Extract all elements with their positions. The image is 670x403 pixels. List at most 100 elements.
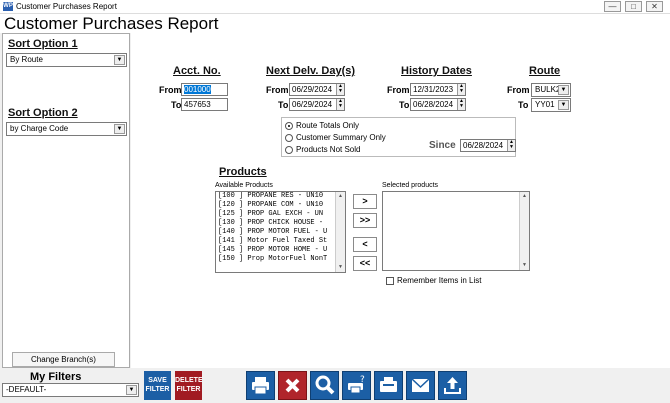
- option-label: Customer Summary Only: [296, 133, 386, 142]
- save-filter-button[interactable]: SAVE FILTER: [144, 371, 171, 400]
- sort-option-2-label: Sort Option 2: [8, 107, 78, 119]
- acct-to-input[interactable]: 457653: [181, 98, 228, 111]
- list-item[interactable]: [141 ] Motor Fuel Taxed St: [216, 237, 345, 246]
- delete-filter-button[interactable]: DELETE FILTER: [175, 371, 203, 400]
- print-setup-icon: ?: [348, 375, 365, 394]
- available-products-label: Available Products: [215, 182, 273, 189]
- list-item[interactable]: [150 ] Prop MotorFuel NonT: [216, 255, 345, 264]
- svg-text:?: ?: [360, 375, 365, 385]
- spin-arrows-icon[interactable]: ▲ ▼: [336, 99, 344, 110]
- chevron-down-icon[interactable]: ▼: [126, 385, 137, 395]
- page-title: Customer Purchases Report: [4, 14, 219, 33]
- scroll-up-icon[interactable]: ▲: [520, 192, 529, 201]
- export-button[interactable]: [438, 371, 467, 400]
- list-item[interactable]: [125 ] PROP GAL EXCH - UN: [216, 210, 345, 219]
- window-title: Customer Purchases Report: [16, 2, 117, 11]
- delivery-from-label: From: [266, 85, 289, 95]
- selected-products-list[interactable]: ▲ ▼: [382, 191, 530, 271]
- acct-to-label: To: [171, 100, 182, 110]
- history-from-input[interactable]: 12/31/2023 ▲ ▼: [410, 83, 466, 96]
- option-route-totals[interactable]: Route Totals Only: [285, 121, 359, 130]
- sort-option-2-select[interactable]: by Charge Code ▼: [6, 122, 127, 136]
- route-to-label: To: [518, 100, 529, 110]
- option-products-not-sold[interactable]: Products Not Sold: [285, 145, 360, 154]
- email-button[interactable]: [406, 371, 435, 400]
- route-to-select[interactable]: YY01 ▼: [531, 98, 571, 112]
- fax-button[interactable]: [374, 371, 403, 400]
- spin-arrows-icon[interactable]: ▲ ▼: [507, 140, 515, 151]
- delivery-to-label: To: [278, 100, 289, 110]
- preview-icon: [315, 375, 335, 395]
- remove-selected-button[interactable]: <: [353, 237, 377, 252]
- my-filters-select[interactable]: -DEFAULT- ▼: [2, 383, 139, 397]
- sort-option-1-select[interactable]: By Route ▼: [6, 53, 127, 67]
- history-to-input[interactable]: 06/28/2024 ▲ ▼: [410, 98, 466, 111]
- remove-all-button[interactable]: <<: [353, 256, 377, 271]
- spin-arrows-icon[interactable]: ▲ ▼: [336, 84, 344, 95]
- maximize-button[interactable]: □: [625, 1, 642, 12]
- route-from-value: BULK2: [535, 85, 561, 94]
- print-icon: [252, 377, 269, 395]
- spin-arrows-icon[interactable]: ▲ ▼: [457, 99, 465, 110]
- bottom-toolbar: My Filters -DEFAULT- ▼ SAVE FILTER DELET…: [0, 368, 670, 403]
- report-options-group: Route Totals Only Customer Summary Only …: [281, 117, 516, 157]
- export-icon: [444, 377, 461, 394]
- change-branch-button[interactable]: Change Branch(s): [12, 352, 115, 367]
- option-label: Route Totals Only: [296, 121, 359, 130]
- list-item[interactable]: [140 ] PROP MOTOR FUEL - U: [216, 228, 345, 237]
- vertical-scrollbar[interactable]: ▲ ▼: [335, 192, 345, 272]
- delivery-from-value: 06/29/2024: [292, 85, 333, 94]
- since-date-input[interactable]: 06/28/2024 ▲ ▼: [460, 139, 516, 152]
- remember-items-label: Remember Items in List: [397, 276, 482, 285]
- radio-icon[interactable]: [285, 145, 293, 154]
- delivery-to-value: 06/29/2024: [292, 100, 333, 109]
- chevron-down-icon[interactable]: ▼: [558, 85, 569, 95]
- option-label: Products Not Sold: [296, 145, 361, 154]
- next-delivery-label: Next Delv. Day(s): [266, 65, 356, 77]
- available-products-list[interactable]: [100 ] PROPANE RES - UN10 [120 ] PROPANE…: [215, 191, 346, 273]
- scroll-down-icon[interactable]: ▼: [336, 263, 345, 272]
- print-button[interactable]: [246, 371, 275, 400]
- fax-icon: [380, 377, 397, 392]
- checkbox-icon[interactable]: [386, 276, 394, 285]
- cancel-icon: [285, 378, 300, 393]
- since-date-value: 06/28/2024: [463, 141, 504, 150]
- chevron-down-icon[interactable]: ▼: [558, 100, 569, 110]
- close-button[interactable]: ✕: [646, 1, 663, 12]
- chevron-down-icon[interactable]: ▼: [114, 124, 125, 134]
- chevron-down-icon[interactable]: ▼: [114, 55, 125, 65]
- scroll-up-icon[interactable]: ▲: [336, 192, 345, 201]
- my-filters-label: My Filters: [30, 371, 82, 383]
- delivery-to-input[interactable]: 06/29/2024 ▲ ▼: [289, 98, 345, 111]
- since-label: Since: [429, 140, 456, 151]
- list-item[interactable]: [100 ] PROPANE RES - UN10: [216, 192, 345, 201]
- report-options-panel: Acct. No. From 001000 To 457653 Next Del…: [131, 33, 670, 368]
- vertical-scrollbar[interactable]: ▲ ▼: [519, 192, 529, 270]
- history-to-label: To: [399, 100, 410, 110]
- print-setup-button[interactable]: ?: [342, 371, 371, 400]
- route-from-select[interactable]: BULK2 ▼: [531, 83, 571, 97]
- sort-option-1-value: By Route: [10, 55, 43, 64]
- acct-from-value: 001000: [184, 85, 211, 94]
- remember-items-checkbox[interactable]: Remember Items in List: [386, 276, 481, 285]
- spin-arrows-icon[interactable]: ▲ ▼: [457, 84, 465, 95]
- preview-button[interactable]: [310, 371, 339, 400]
- minimize-button[interactable]: —: [604, 1, 621, 12]
- my-filters-value: -DEFAULT-: [6, 385, 47, 394]
- add-all-button[interactable]: >>: [353, 213, 377, 228]
- selected-products-label: Selected products: [382, 182, 439, 189]
- acct-from-input[interactable]: 001000: [181, 83, 228, 96]
- list-item[interactable]: [120 ] PROPANE COM - UN10: [216, 201, 345, 210]
- report-header: Customer Purchases Report: [0, 14, 670, 33]
- delivery-from-input[interactable]: 06/29/2024 ▲ ▼: [289, 83, 345, 96]
- option-customer-summary[interactable]: Customer Summary Only: [285, 133, 386, 142]
- scroll-down-icon[interactable]: ▼: [520, 261, 529, 270]
- add-selected-button[interactable]: >: [353, 194, 377, 209]
- products-label: Products: [219, 166, 267, 178]
- sort-option-1-label: Sort Option 1: [8, 38, 78, 50]
- cancel-button[interactable]: [278, 371, 307, 400]
- radio-icon[interactable]: [285, 133, 293, 142]
- list-item[interactable]: [130 ] PROP CHICK HOUSE -: [216, 219, 345, 228]
- radio-selected-icon[interactable]: [285, 121, 293, 130]
- list-item[interactable]: [145 ] PROP MOTOR HOME - U: [216, 246, 345, 255]
